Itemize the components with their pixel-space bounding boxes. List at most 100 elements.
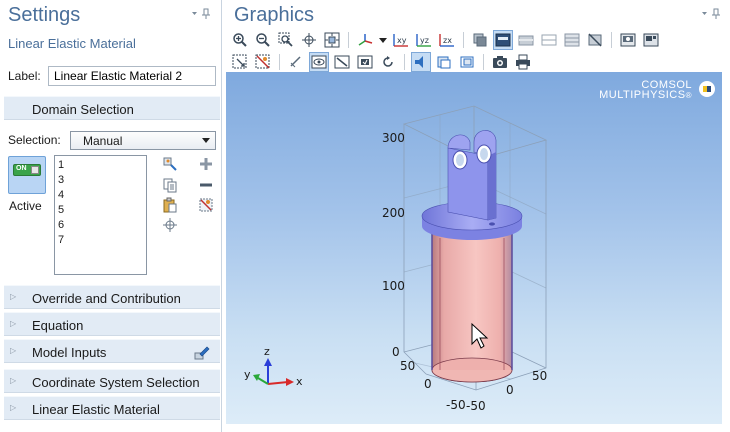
clevis-lug[interactable]	[447, 130, 497, 221]
graphics-toolbar-top: xy yz zx	[230, 30, 664, 50]
label-row: Label:	[8, 66, 216, 86]
transparency-icon[interactable]	[516, 30, 536, 50]
svg-text:yz: yz	[420, 36, 429, 45]
selection-label: Selection:	[8, 133, 61, 147]
zoom-to-selection-icon[interactable]	[162, 217, 178, 233]
selection-row: Selection: Manual	[8, 130, 216, 150]
paste-selection-icon[interactable]	[162, 156, 178, 172]
zoom-box-icon[interactable]	[276, 30, 296, 50]
select-objects-icon[interactable]	[411, 52, 431, 72]
chevron-down-icon[interactable]	[378, 30, 388, 50]
triad-z-label: z	[264, 345, 270, 358]
camera-icon[interactable]	[490, 52, 510, 72]
right-tick-50: 50	[532, 369, 547, 383]
hide-geometric-entities-icon[interactable]	[286, 52, 306, 72]
front-tick-0: 0	[424, 377, 432, 391]
settings-subtitle: Linear Elastic Material	[8, 36, 136, 51]
select-box-icon[interactable]	[253, 52, 273, 72]
graphics-title: Graphics	[234, 4, 315, 26]
right-tick-neg50: -50	[466, 399, 486, 413]
svg-text:zx: zx	[443, 36, 452, 45]
settings-title: Settings	[8, 4, 81, 26]
label-field-label: Label:	[8, 69, 41, 83]
show-eye-icon[interactable]	[309, 52, 329, 72]
list-item[interactable]: 5	[58, 203, 143, 218]
graphics-pin-icon[interactable]	[700, 8, 724, 23]
selection-value: Manual	[83, 133, 123, 148]
z-tick-0: 0	[392, 345, 400, 359]
active-label: Active	[9, 199, 42, 213]
list-item[interactable]: 1	[58, 158, 143, 173]
section-label: Override and Contribution	[32, 291, 181, 306]
section-label: Linear Elastic Material	[32, 402, 160, 417]
select-boundaries-icon[interactable]	[457, 52, 477, 72]
cylinder-body[interactable]	[431, 232, 513, 383]
toggle-on-icon: ON	[13, 164, 41, 176]
wireframe-render-icon[interactable]	[493, 30, 513, 50]
clipboard-icon[interactable]	[162, 197, 178, 213]
expand-arrow-icon: ▷	[10, 403, 17, 412]
section-model-inputs[interactable]: ▷ Model Inputs	[4, 339, 220, 363]
print-icon[interactable]	[641, 30, 661, 50]
image-snapshot-icon[interactable]	[618, 30, 638, 50]
expand-arrow-icon: ▷	[10, 292, 17, 301]
section-label: Model Inputs	[32, 345, 107, 360]
show-selected-icon[interactable]	[355, 52, 375, 72]
section-override-and-contribution[interactable]: ▷ Override and Contribution	[4, 285, 220, 309]
zoom-out-icon[interactable]	[253, 30, 273, 50]
edit-pencil-icon[interactable]	[194, 344, 210, 360]
z-tick-300: 300	[382, 131, 405, 145]
copy-selection-icon[interactable]	[162, 177, 178, 193]
domain-list[interactable]: 1 3 4 5 6 7	[54, 155, 147, 275]
axis-orientation-icon[interactable]	[355, 30, 375, 50]
list-item[interactable]: 6	[58, 218, 143, 233]
view-xy-icon[interactable]: xy	[391, 30, 411, 50]
zoom-in-icon[interactable]	[230, 30, 250, 50]
zoom-window-icon[interactable]	[230, 52, 250, 72]
label-input[interactable]	[48, 66, 216, 86]
section-linear-elastic-material[interactable]: ▷ Linear Elastic Material	[4, 396, 220, 420]
hide-selected-icon[interactable]	[332, 52, 352, 72]
model-3d-view[interactable]: 300 200 100 0 50 0 -50 50 0 -50 z x y	[226, 72, 722, 424]
section-label: Coordinate System Selection	[32, 375, 200, 390]
expand-arrow-icon: ▷	[10, 376, 17, 385]
list-item[interactable]: 7	[58, 233, 143, 248]
zoom-extents-icon[interactable]	[322, 30, 342, 50]
active-toggle-button[interactable]: ON	[8, 156, 46, 194]
coordinate-triad: z x y	[244, 345, 303, 388]
print-graphics-icon[interactable]	[513, 52, 533, 72]
section-label: Equation	[32, 318, 84, 333]
front-tick-50: 50	[400, 359, 415, 373]
add-icon[interactable]	[198, 156, 214, 172]
view-zx-icon[interactable]: zx	[437, 30, 457, 50]
graphics-viewport[interactable]: COMSOL MULTIPHYSICS® 300 200 100 0 50 0 …	[226, 72, 722, 424]
grid-icon[interactable]	[562, 30, 582, 50]
chevron-down-icon	[202, 137, 210, 143]
svg-text:xy: xy	[397, 36, 407, 45]
section-coordinate-system-selection[interactable]: ▷ Coordinate System Selection	[4, 369, 220, 393]
selection-dropdown[interactable]: Manual	[70, 130, 216, 150]
hide-axis-icon[interactable]	[585, 30, 605, 50]
section-equation[interactable]: ▷ Equation	[4, 312, 220, 336]
triad-y-label: y	[244, 368, 251, 381]
zoom-selection-icon[interactable]	[299, 30, 319, 50]
graphics-toolbar-bottom	[230, 52, 536, 72]
clear-selection-icon[interactable]	[198, 197, 214, 213]
expand-arrow-icon: ▷	[10, 319, 17, 328]
scene-light-icon[interactable]	[470, 30, 490, 50]
expand-arrow-icon: ▷	[10, 346, 17, 355]
list-item[interactable]: 4	[58, 188, 143, 203]
view-yz-icon[interactable]: yz	[414, 30, 434, 50]
select-domains-icon[interactable]	[434, 52, 454, 72]
reset-hiding-icon[interactable]	[378, 52, 398, 72]
render-mode-icon[interactable]	[539, 30, 559, 50]
settings-panel: Settings Linear Elastic Material Label: …	[0, 0, 222, 432]
section-domain-selection[interactable]: Domain Selection	[4, 96, 220, 120]
z-tick-100: 100	[382, 279, 405, 293]
graphics-panel: Graphics xy yz zx COMSOL MULTIPHYSICS® 3…	[226, 0, 730, 432]
remove-icon[interactable]	[198, 177, 214, 193]
triad-x-label: x	[296, 375, 303, 388]
z-tick-200: 200	[382, 206, 405, 220]
list-item[interactable]: 3	[58, 173, 143, 188]
settings-pin-icon[interactable]	[190, 8, 214, 23]
